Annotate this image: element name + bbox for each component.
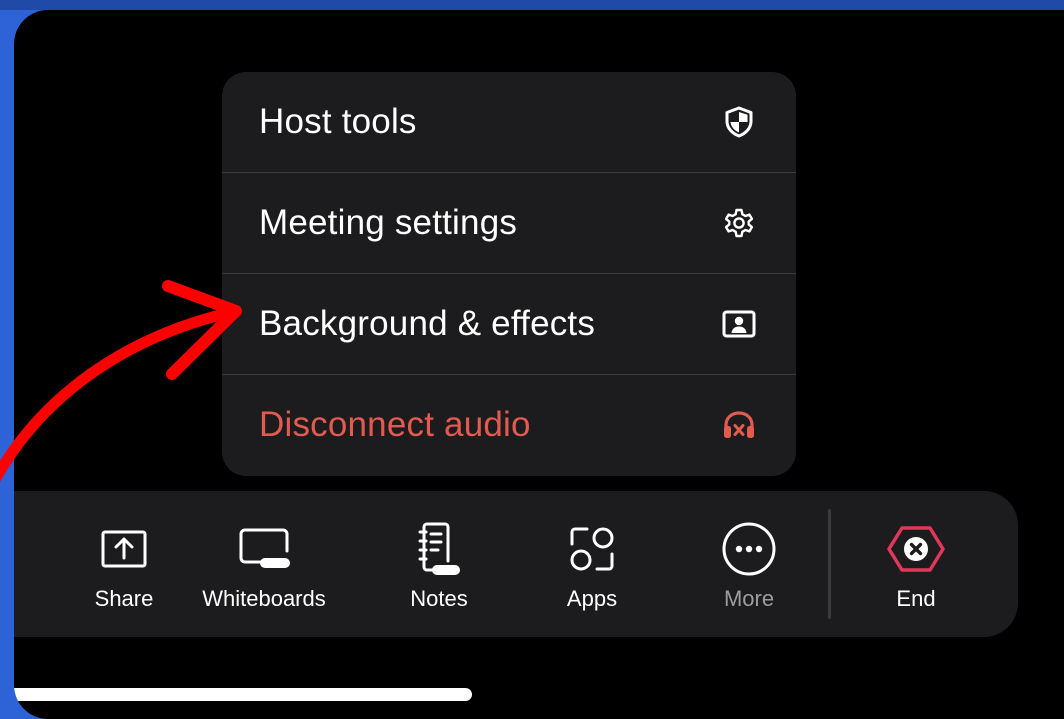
end-icon: [886, 521, 946, 577]
more-options-menu: Host tools Meeting settings Background &…: [222, 72, 796, 476]
menu-item-label: Host tools: [259, 102, 417, 141]
notes-label: Notes: [410, 586, 468, 611]
meeting-toolbar: Share Whiteboards Notes Apps More End: [14, 491, 1018, 637]
more-label: More: [723, 586, 775, 611]
shield-icon: [722, 105, 756, 139]
end-label: End: [896, 586, 936, 611]
menu-item-label: Background & effects: [259, 303, 596, 343]
whiteboards-label: Whiteboards: [202, 586, 326, 611]
menu-item-disconnect-audio[interactable]: Disconnect audio: [222, 374, 796, 474]
share-icon: [100, 521, 148, 577]
apps-label: Apps: [566, 586, 618, 611]
more-icon: [721, 521, 777, 577]
menu-item-background-effects[interactable]: Background & effects: [222, 273, 796, 373]
portrait-icon: [722, 307, 756, 341]
home-indicator[interactable]: [14, 688, 472, 701]
meeting-screen: Host tools Meeting settings Background &…: [14, 10, 1064, 719]
whiteboard-icon: [234, 521, 294, 577]
apps-icon: [566, 521, 618, 577]
menu-item-host-tools[interactable]: Host tools: [222, 72, 796, 172]
top-band: [0, 0, 1064, 10]
share-button[interactable]: Share: [88, 491, 160, 637]
gear-icon: [722, 206, 756, 240]
toolbar-divider: [828, 509, 831, 619]
menu-item-meeting-settings[interactable]: Meeting settings: [222, 172, 796, 272]
whiteboards-button[interactable]: Whiteboards: [184, 491, 344, 637]
notes-button[interactable]: Notes: [389, 491, 489, 637]
headphones-x-icon: [722, 408, 756, 442]
menu-item-label: Meeting settings: [259, 202, 518, 242]
end-button[interactable]: End: [866, 491, 966, 637]
menu-item-label: Disconnect audio: [259, 404, 531, 444]
more-button[interactable]: More: [699, 491, 799, 637]
notes-icon: [416, 521, 462, 577]
share-label: Share: [94, 586, 154, 611]
apps-button[interactable]: Apps: [542, 491, 642, 637]
